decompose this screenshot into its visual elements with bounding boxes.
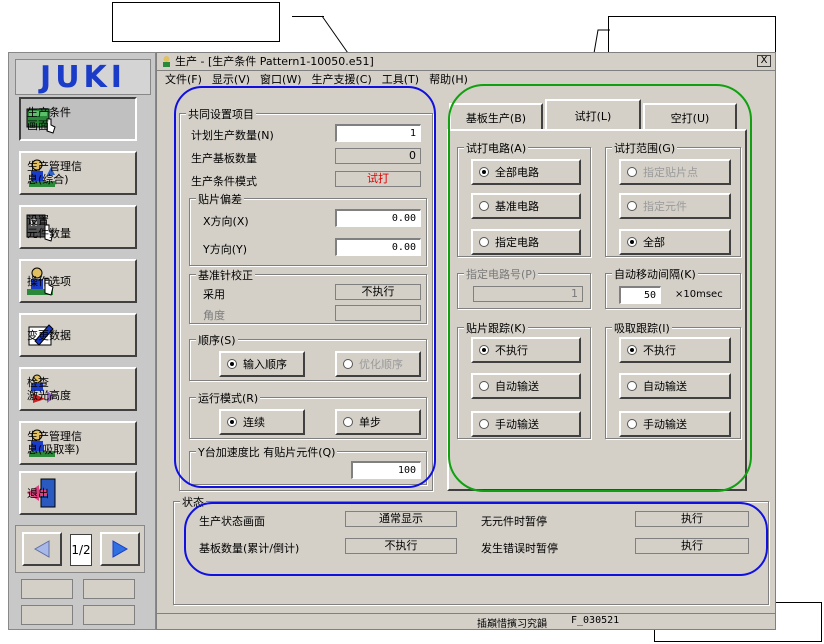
side-button-label: 退出 <box>27 486 49 500</box>
component-count-button[interactable]: n 设置 元件数量 <box>19 205 137 249</box>
edit-data-button[interactable]: 变更数据 <box>19 313 137 357</box>
juki-logo: JUKI <box>15 59 151 95</box>
production-management-button[interactable]: 生产管理信 息(综合) <box>19 151 137 195</box>
statusbar-text: 插巔惜擯习究韻 <box>477 619 547 630</box>
side-button-label: 生产管理信 息(综合) <box>27 160 82 186</box>
aux-slot-3 <box>21 605 73 625</box>
side-button-label: 检查 激光高度 <box>27 376 71 402</box>
laser-check-button[interactable]: 检查 激光高度 <box>19 367 137 411</box>
window-title: 生产 - [生产条件 Pattern1-10050.e51] <box>175 55 374 68</box>
aux-slot-1 <box>21 579 73 599</box>
side-panel: JUKI 生产条件 画面 生产管理信 息(综合) n 设置 元件数量 操作选项 … <box>8 52 156 630</box>
logo-text: JUKI <box>40 59 126 95</box>
operation-option-button[interactable]: 操作选项 <box>19 259 137 303</box>
side-button-label: 变更数据 <box>27 328 71 342</box>
prev-page-button[interactable] <box>22 532 62 566</box>
callout-box-top-right <box>608 16 776 56</box>
page-indicator-text: 1/2 <box>71 543 91 557</box>
status-bar: 插巔惜擯习究韻 F_030521 <box>157 613 775 630</box>
exit-button[interactable]: 退出 <box>19 471 137 515</box>
highlight-ring-status <box>184 502 768 576</box>
page-navigator: 1/2 <box>15 525 145 573</box>
arrow-right-icon <box>112 540 129 558</box>
highlight-ring-trial <box>448 84 752 492</box>
close-icon: X <box>760 55 768 66</box>
close-button[interactable]: X <box>757 55 771 67</box>
menu-help[interactable]: 帮助(H) <box>429 71 468 89</box>
highlight-ring-common <box>174 86 436 488</box>
production-condition-button[interactable]: 生产条件 画面 <box>19 97 137 141</box>
arrow-left-icon <box>33 540 50 558</box>
side-button-label: 生产管理信 息(吸取率) <box>27 430 82 456</box>
side-button-label: 设置 元件数量 <box>27 214 71 240</box>
callout-box-top-left <box>112 2 280 42</box>
app-icon <box>163 56 170 67</box>
side-button-label: 操作选项 <box>27 274 71 288</box>
side-button-label: 生产条件 画面 <box>27 106 71 132</box>
next-page-button[interactable] <box>100 532 140 566</box>
aux-slot-4 <box>83 605 135 625</box>
pickup-rate-button[interactable]: 生产管理信 息(吸取率) <box>19 421 137 465</box>
statusbar-code: F_030521 <box>571 615 620 626</box>
aux-slot-2 <box>83 579 135 599</box>
title-bar: 生产 - [生产条件 Pattern1-10050.e51] X <box>157 53 775 71</box>
page-indicator: 1/2 <box>70 534 92 566</box>
